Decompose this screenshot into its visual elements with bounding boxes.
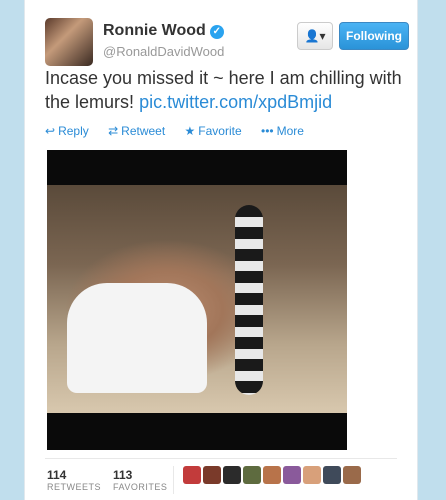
- favoriter-avatar[interactable]: [223, 466, 241, 484]
- favoriter-avatar[interactable]: [283, 466, 301, 484]
- following-button[interactable]: Following: [339, 22, 409, 50]
- tweet-actions: ↩ Reply ⇄ Retweet ★ Favorite ••• More: [45, 124, 320, 138]
- favorites-stat[interactable]: 113 FAVORITES: [113, 468, 167, 492]
- photo-figure: [67, 283, 207, 393]
- stats-divider: [45, 458, 397, 459]
- retweets-count: 114: [47, 468, 67, 482]
- favoriter-avatar[interactable]: [343, 466, 361, 484]
- favorites-label: FAVORITES: [113, 482, 168, 492]
- tweet-photo[interactable]: [47, 150, 347, 450]
- favorites-count: 113: [113, 468, 133, 482]
- more-label: More: [276, 124, 304, 138]
- retweets-label: RETWEETS: [47, 482, 102, 492]
- tweet-media-link[interactable]: pic.twitter.com/xpdBmjid: [139, 92, 332, 112]
- photo-image: [47, 185, 347, 413]
- favoriter-avatars: [183, 466, 363, 484]
- favoriter-avatar[interactable]: [183, 466, 201, 484]
- photo-lemur-tail: [235, 205, 263, 395]
- retweet-icon: ⇄: [108, 124, 119, 138]
- user-name-text[interactable]: Ronnie Wood: [103, 22, 206, 39]
- favorite-label: Favorite: [198, 124, 242, 138]
- verified-icon: ✓: [209, 25, 224, 39]
- retweet-label: Retweet: [121, 124, 166, 138]
- favoriter-avatar[interactable]: [243, 466, 261, 484]
- user-handle[interactable]: @RonaldDavidWood: [103, 44, 224, 59]
- reply-label: Reply: [58, 124, 89, 138]
- stats-separator: [173, 466, 174, 494]
- favoriter-avatar[interactable]: [263, 466, 281, 484]
- favoriter-avatar[interactable]: [203, 466, 221, 484]
- user-name[interactable]: Ronnie Wood ✓: [103, 22, 224, 40]
- retweet-action[interactable]: ⇄ Retweet: [108, 124, 165, 138]
- tweet-text: Incase you missed it ~ here I am chillin…: [45, 66, 405, 114]
- user-actions-dropdown[interactable]: 👤▾: [297, 22, 333, 50]
- favoriter-avatar[interactable]: [303, 466, 321, 484]
- avatar[interactable]: [45, 18, 93, 66]
- retweets-stat[interactable]: 114 RETWEETS: [47, 468, 101, 492]
- more-action[interactable]: ••• More: [261, 124, 304, 138]
- tweet-card: Ronnie Wood ✓ @RonaldDavidWood 👤▾ Followi…: [24, 0, 418, 500]
- favorite-action[interactable]: ★ Favorite: [185, 124, 242, 138]
- reply-icon: ↩: [45, 124, 56, 138]
- reply-action[interactable]: ↩ Reply: [45, 124, 89, 138]
- favoriter-avatar[interactable]: [323, 466, 341, 484]
- more-icon: •••: [261, 124, 274, 138]
- favorite-icon: ★: [184, 124, 196, 138]
